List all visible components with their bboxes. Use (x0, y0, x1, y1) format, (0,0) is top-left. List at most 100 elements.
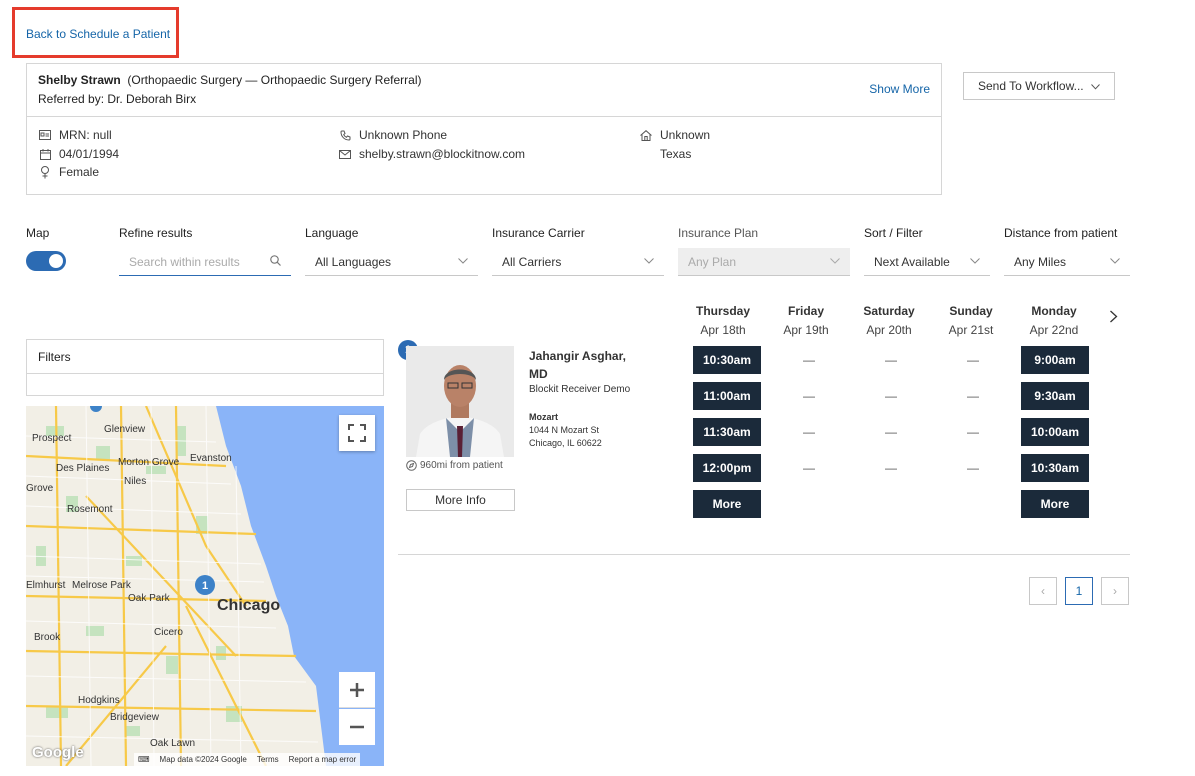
map-attribution: Map data ©2024 Google (159, 755, 247, 764)
map-toggle[interactable] (26, 251, 66, 271)
patient-mrn: MRN: null (59, 128, 112, 142)
provider-distance: 960mi from patient (406, 460, 503, 471)
page-1-button[interactable]: 1 (1065, 577, 1093, 605)
more-slots-button[interactable]: More (693, 490, 761, 518)
distance-text: 960mi from patient (420, 460, 503, 471)
carrier-label: Insurance Carrier (492, 226, 585, 240)
map-label: Oak Park (128, 593, 170, 604)
carrier-value: All Carriers (502, 254, 562, 269)
provider-org: Blockit Receiver Demo (529, 384, 631, 395)
google-logo: Google (32, 744, 84, 761)
search-input[interactable] (129, 254, 259, 269)
fullscreen-button[interactable] (339, 415, 375, 451)
id-card-icon (38, 128, 52, 142)
no-slot: — (803, 389, 815, 403)
location-address2: Chicago, IL 60622 (529, 438, 602, 448)
phone-icon (338, 128, 352, 142)
provider-location: Mozart 1044 N Mozart St Chicago, IL 6062… (529, 411, 602, 450)
distance-select[interactable]: Any Miles (1004, 248, 1130, 276)
refine-search-box (119, 248, 291, 276)
time-slot-button[interactable]: 10:30am (1021, 454, 1089, 482)
map-label: Niles (124, 476, 147, 487)
no-slot: — (967, 389, 979, 403)
time-slot-button[interactable]: 12:00pm (693, 454, 761, 482)
time-slot-button[interactable]: 9:00am (1021, 346, 1089, 374)
compass-icon (406, 460, 417, 471)
no-slot: — (967, 461, 979, 475)
distance-value: Any Miles (1014, 254, 1067, 269)
fullscreen-icon (348, 424, 366, 442)
zoom-in-button[interactable] (339, 672, 375, 708)
chevron-down-icon (830, 256, 840, 267)
patient-address-line1: Unknown (660, 128, 711, 142)
language-select[interactable]: All Languages (305, 248, 478, 276)
day-name: Monday (1031, 304, 1077, 318)
show-more-link[interactable]: Show More (869, 82, 930, 96)
sort-select[interactable]: Next Available (864, 248, 990, 276)
patient-header: Shelby Strawn (Orthopaedic Surgery — Ort… (38, 73, 421, 87)
map-label: Grove (26, 483, 54, 494)
keyboard-icon[interactable]: ⌨ (138, 755, 150, 764)
patient-gender: Female (59, 165, 100, 179)
no-slot: — (967, 425, 979, 439)
more-slots-button[interactable]: More (1021, 490, 1089, 518)
plan-select[interactable]: Any Plan (678, 248, 850, 276)
plan-value: Any Plan (688, 254, 737, 269)
home-icon (639, 128, 653, 142)
search-icon[interactable] (270, 254, 281, 269)
zoom-out-button[interactable] (339, 709, 375, 745)
map-attribution-bar: ⌨ Map data ©2024 Google Terms Report a m… (134, 753, 361, 766)
back-to-schedule-link[interactable]: Back to Schedule a Patient (26, 27, 170, 41)
day-header-thursday: Thursday Apr 18th (689, 302, 757, 340)
results-divider (398, 554, 1130, 555)
carrier-select[interactable]: All Carriers (492, 248, 664, 276)
map-terms-link[interactable]: Terms (257, 755, 279, 764)
day-date: Apr 21st (948, 323, 994, 337)
no-slot: — (967, 353, 979, 367)
map-label: Rosemont (67, 504, 113, 515)
sort-value: Next Available (874, 254, 950, 269)
send-to-workflow-dropdown[interactable]: Send To Workflow... (963, 72, 1115, 100)
referred-by: Referred by: Dr. Deborah Birx (38, 92, 197, 106)
more-info-button[interactable]: More Info (406, 489, 515, 511)
map-label: Evanston (190, 453, 232, 464)
map-report-link[interactable]: Report a map error (289, 755, 357, 764)
day-date: Apr 19th (783, 323, 829, 337)
chevron-down-icon (458, 256, 468, 267)
map-label: Oak Lawn (150, 738, 196, 749)
provider-name[interactable]: Jahangir Asghar, MD (529, 347, 639, 383)
map-label: Melrose Park (72, 580, 131, 591)
day-date: Apr 20th (866, 323, 912, 337)
filters-title[interactable]: Filters (27, 340, 383, 374)
time-slot-button[interactable]: 11:30am (693, 418, 761, 446)
time-slot-button[interactable]: 10:30am (693, 346, 761, 374)
chevron-down-icon (1091, 79, 1100, 93)
patient-address-line2: Texas (660, 147, 692, 161)
day-date: Apr 18th (700, 323, 746, 337)
day-date: Apr 22nd (1029, 323, 1079, 337)
mail-icon (338, 147, 352, 161)
minus-icon (350, 725, 364, 729)
patient-phone: Unknown Phone (359, 128, 448, 142)
patient-email: shelby.strawn@blockitnow.com (359, 147, 526, 161)
map[interactable]: 1 Glenview Evanston Des Plaines Morton G… (26, 406, 384, 766)
workflow-label: Send To Workflow... (978, 79, 1084, 93)
day-header-friday: Friday Apr 19th (772, 302, 840, 340)
prev-page-button[interactable]: ‹ (1029, 577, 1057, 605)
plan-label: Insurance Plan (678, 226, 759, 240)
next-page-button[interactable]: › (1101, 577, 1129, 605)
map-label: Cicero (154, 627, 183, 638)
provider-photo (406, 346, 514, 457)
time-slot-button[interactable]: 9:30am (1021, 382, 1089, 410)
time-slot-button[interactable]: 11:00am (693, 382, 761, 410)
day-name: Friday (787, 304, 824, 318)
location-name: Mozart (529, 412, 558, 422)
language-label: Language (305, 226, 359, 240)
map-label: Prospect (32, 433, 72, 444)
no-slot: — (803, 353, 815, 367)
sort-label: Sort / Filter (864, 226, 923, 240)
time-slot-button[interactable]: 10:00am (1021, 418, 1089, 446)
next-week-arrow[interactable] (1109, 310, 1118, 326)
filters-panel: Filters (26, 339, 384, 396)
day-header-saturday: Saturday Apr 20th (855, 302, 923, 340)
